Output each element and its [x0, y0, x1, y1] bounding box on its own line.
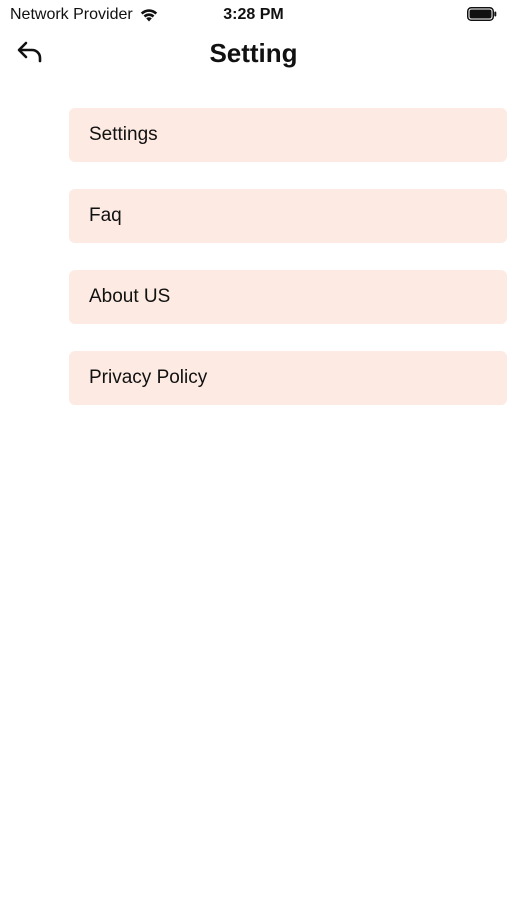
page-title: Setting [209, 38, 298, 68]
navigation-bar: Setting [0, 34, 507, 74]
menu-item-label: About US [89, 286, 171, 307]
settings-menu-list: Settings Faq About US Privacy Policy [69, 108, 507, 432]
menu-item-label: Faq [89, 205, 122, 226]
status-bar: Network Provider 3:28 PM [0, 0, 507, 30]
menu-item-about-us[interactable]: About US [69, 270, 507, 324]
menu-item-faq[interactable]: Faq [69, 189, 507, 243]
menu-item-settings[interactable]: Settings [69, 108, 507, 162]
battery-icon [467, 7, 497, 21]
menu-item-privacy-policy[interactable]: Privacy Policy [69, 351, 507, 405]
menu-item-label: Settings [89, 124, 158, 145]
clock-time: 3:28 PM [223, 6, 284, 23]
menu-item-label: Privacy Policy [89, 367, 208, 388]
